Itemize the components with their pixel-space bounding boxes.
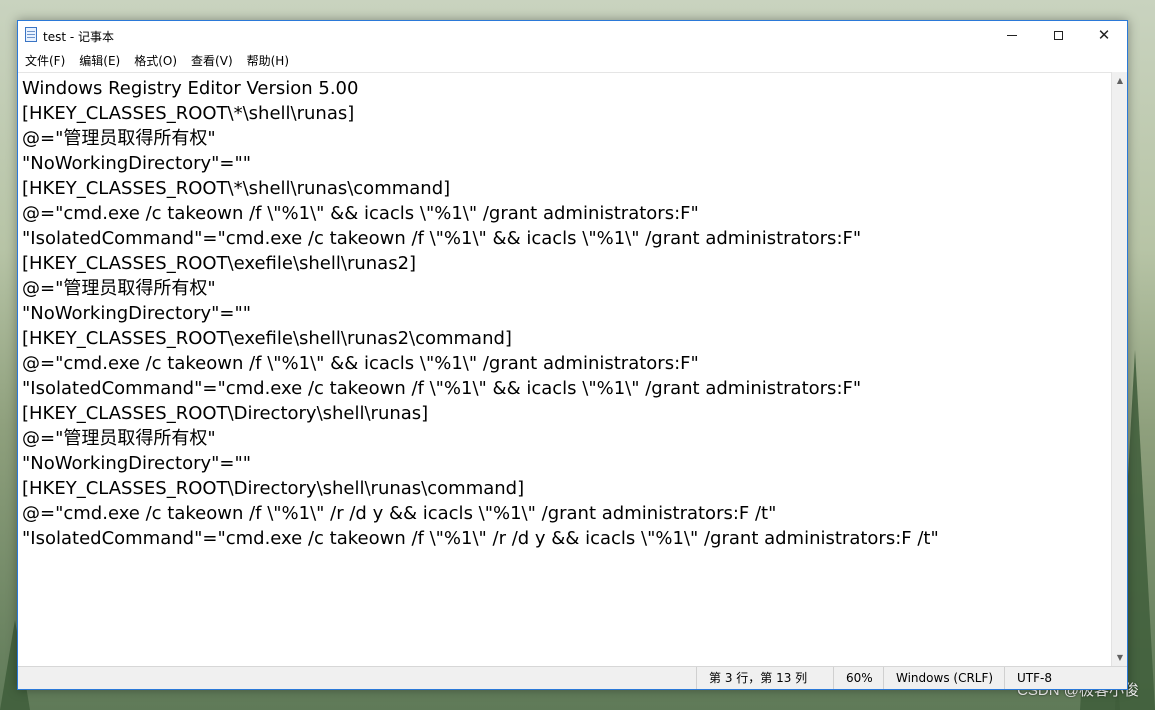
notepad-icon: [25, 27, 37, 42]
editor-line: [HKEY_CLASSES_ROOT\*\shell\runas\command…: [22, 178, 451, 199]
editor-line: "IsolatedCommand"="cmd.exe /c takeown /f…: [22, 228, 862, 249]
text-editor[interactable]: Windows Registry Editor Version 5.00 [HK…: [18, 72, 1111, 667]
vertical-scrollbar[interactable]: ▲ ▼: [1111, 72, 1127, 666]
editor-line: [HKEY_CLASSES_ROOT\exefile\shell\runas2\…: [22, 328, 512, 349]
cursor-position: 第 3 行，第 13 列: [696, 667, 818, 689]
editor-line: "NoWorkingDirectory"="": [22, 453, 252, 474]
window-title: test - 记事本: [43, 30, 115, 44]
menu-help[interactable]: 帮助(H): [240, 52, 296, 69]
close-button[interactable]: ✕: [1081, 21, 1127, 49]
encoding: UTF-8: [1004, 667, 1111, 689]
editor-line: @="cmd.exe /c takeown /f \"%1\" /r /d y …: [22, 503, 777, 524]
title-bar[interactable]: test - 记事本 ✕: [18, 21, 1127, 49]
menu-view[interactable]: 查看(V): [184, 52, 240, 69]
editor-line: [HKEY_CLASSES_ROOT\exefile\shell\runas2]: [22, 253, 417, 274]
zoom-level: 60%: [833, 667, 885, 689]
menu-file[interactable]: 文件(F): [18, 52, 72, 69]
line-ending: Windows (CRLF): [883, 667, 1003, 689]
editor-line: @="cmd.exe /c takeown /f \"%1\" && icacl…: [22, 203, 699, 224]
editor-line: Windows Registry Editor Version 5.00: [22, 78, 359, 99]
maximize-button[interactable]: [1035, 21, 1081, 49]
close-icon: ✕: [1097, 25, 1111, 44]
editor-line: "IsolatedCommand"="cmd.exe /c takeown /f…: [22, 378, 862, 399]
editor-line: @="管理员取得所有权": [22, 128, 216, 149]
editor-line: [HKEY_CLASSES_ROOT\*\shell\runas]: [22, 103, 355, 124]
menu-edit[interactable]: 编辑(E): [72, 52, 127, 69]
editor-line: [HKEY_CLASSES_ROOT\Directory\shell\runas…: [22, 478, 525, 499]
scroll-down-icon[interactable]: ▼: [1112, 649, 1128, 666]
status-bar: 第 3 行，第 13 列 60% Windows (CRLF) UTF-8: [18, 666, 1127, 689]
editor-line: "NoWorkingDirectory"="": [22, 303, 252, 324]
scroll-up-icon[interactable]: ▲: [1112, 72, 1128, 89]
minimize-icon: [1007, 34, 1017, 36]
editor-line: "IsolatedCommand"="cmd.exe /c takeown /f…: [22, 528, 939, 549]
maximize-icon: [1053, 30, 1063, 40]
editor-line: @="管理员取得所有权": [22, 278, 216, 299]
notepad-window: test - 记事本 ✕ 文件(F) 编辑(E) 格式(O) 查看(V) 帮助(…: [17, 20, 1128, 690]
editor-line: "NoWorkingDirectory"="": [22, 153, 252, 174]
minimize-button[interactable]: [989, 21, 1035, 49]
editor-line: [HKEY_CLASSES_ROOT\Directory\shell\runas…: [22, 403, 429, 424]
editor-line: @="cmd.exe /c takeown /f \"%1\" && icacl…: [22, 353, 699, 374]
menu-bar: 文件(F) 编辑(E) 格式(O) 查看(V) 帮助(H): [18, 49, 1127, 71]
editor-line: @="管理员取得所有权": [22, 428, 216, 449]
menu-format[interactable]: 格式(O): [127, 52, 184, 69]
